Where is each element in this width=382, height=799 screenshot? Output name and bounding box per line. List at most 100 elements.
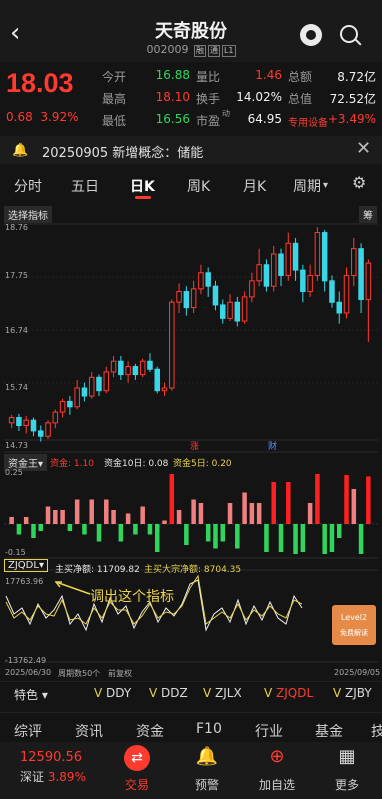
index-name: 深证 (20, 770, 45, 784)
tab-industry[interactable]: 行业 (255, 721, 283, 741)
tab-f10[interactable]: F10 (196, 721, 222, 737)
fund-bar (336, 524, 342, 538)
level2-promo[interactable] (332, 605, 376, 645)
candle-body (227, 301, 233, 319)
indicator-ddz[interactable]: V DDZ (149, 686, 188, 700)
limit-up-marker[interactable]: 涨 (190, 439, 199, 452)
nav-add-watchlist[interactable]: 加自选 (252, 776, 302, 793)
fund-bar (169, 474, 175, 524)
index-value[interactable]: 12590.56 (20, 750, 82, 765)
vip-icon: V (333, 686, 342, 700)
alert-icon[interactable]: 🔔 (182, 746, 232, 767)
fund-bar (191, 499, 196, 524)
vip-icon: V (264, 686, 273, 700)
candle-body (38, 430, 44, 437)
tab-overview[interactable]: 综评 (14, 721, 42, 741)
feature-dropdown[interactable]: 特色 ▾ (14, 686, 48, 703)
quote-value: 16.88 (155, 68, 190, 82)
candle-body (45, 422, 51, 437)
fund-bar (82, 524, 87, 535)
flow-axis-label: -13762.49 (5, 656, 47, 665)
fund-bar (235, 524, 240, 549)
indicator-zjby[interactable]: V ZJBY (333, 686, 372, 700)
indicator-zjby-label: ZJBY (345, 686, 372, 700)
assistant-icon-eye (306, 30, 316, 40)
candle-body (241, 296, 248, 322)
fund-label: 资金: 1.10 (50, 459, 94, 469)
indicator-ddy[interactable]: V DDY (94, 686, 131, 700)
indicator-zjlx[interactable]: V ZJLX (203, 686, 242, 700)
candle-body (16, 416, 22, 427)
fund-bar (96, 524, 102, 542)
candle-body (343, 274, 350, 314)
quote-value: 14.02% (236, 90, 282, 104)
candle-body (23, 419, 29, 427)
candle-body (96, 376, 102, 392)
candle-body (88, 376, 95, 397)
candle-body (314, 232, 321, 276)
tab-monthly-k[interactable]: 月K (243, 176, 266, 196)
trade-icon[interactable]: ⇄ (124, 745, 150, 771)
fund-bar (351, 489, 357, 524)
quote-value: +3.49% (327, 112, 376, 126)
add-watchlist-icon[interactable]: ⊕ (252, 746, 302, 767)
fund-bar (256, 503, 262, 524)
candle-body (110, 360, 117, 373)
nav-more[interactable]: 更多 (322, 776, 372, 793)
indicator-zjqdl[interactable]: V ZJQDL (264, 686, 313, 700)
fund-bar (264, 524, 269, 552)
candle-body (190, 288, 197, 309)
tab-news[interactable]: 资讯 (75, 721, 103, 741)
close-icon[interactable]: ✕ (356, 138, 371, 159)
candle-body (220, 304, 226, 319)
notice-text[interactable]: 20250905 新增概念：储能 (42, 142, 203, 161)
fund-bar (293, 524, 298, 554)
tab-more-cut[interactable]: 技 (371, 721, 382, 741)
tab-weekly-k[interactable]: 周K (187, 176, 210, 196)
flow-indicator-select[interactable]: ZJQDL▾ (4, 559, 48, 572)
indicator-ddy-label: DDY (106, 686, 132, 700)
candle-body (256, 264, 262, 282)
finance-marker[interactable]: 财 (268, 439, 277, 452)
quote-value: 72.52亿 (329, 92, 376, 106)
tab-five-day[interactable]: 五日 (71, 176, 99, 196)
chip-button[interactable]: 筹 (359, 206, 377, 223)
current-price: 18.03 (6, 68, 74, 98)
tab-period[interactable]: 周期 (293, 176, 321, 196)
tab-daily-k[interactable]: 日K (130, 176, 155, 196)
candle-body (336, 301, 342, 314)
fund-bar (249, 503, 255, 524)
candle-body (270, 253, 277, 287)
more-icon[interactable]: ▦ (322, 746, 372, 767)
quote-label: 最高 (102, 92, 127, 106)
tab-fund[interactable]: 基金 (315, 721, 343, 741)
index-percent: 3.89% (47, 770, 86, 784)
period-dropdown-icon[interactable]: ▾ (323, 180, 328, 191)
fund-bar (133, 524, 138, 535)
nav-alert[interactable]: 预警 (182, 776, 232, 793)
quote-label: 最低 (102, 114, 127, 128)
price-axis-label: 16.74 (5, 326, 28, 335)
vip-icon: V (149, 686, 158, 700)
tab-funds[interactable]: 资金 (136, 721, 164, 741)
candle-body (205, 272, 211, 287)
tab-intraday[interactable]: 分时 (14, 176, 42, 196)
candle-body (292, 242, 299, 271)
period-count: 周期数50个 (58, 669, 101, 678)
quote-value: 18.10 (155, 90, 190, 104)
fund-bar (89, 499, 94, 524)
feature-label: 特色 (14, 688, 39, 702)
fund-bar (45, 506, 51, 524)
quote-label: 专用设备 (288, 118, 328, 129)
settings-icon[interactable]: ⚙ (352, 173, 366, 192)
select-indicator-button[interactable]: 选择指标 (4, 206, 52, 223)
level2-promo-title: Level2 (340, 613, 368, 622)
fund-axis-label: 0.25 (5, 468, 23, 477)
nav-trade[interactable]: 交易 (112, 776, 162, 793)
fund-bar (300, 524, 306, 552)
fund-bar (213, 524, 218, 549)
annotation-text: 调出这个指标 (90, 589, 174, 605)
candle-body (139, 360, 146, 376)
fund-bar (147, 524, 153, 535)
candle-body (278, 253, 284, 276)
